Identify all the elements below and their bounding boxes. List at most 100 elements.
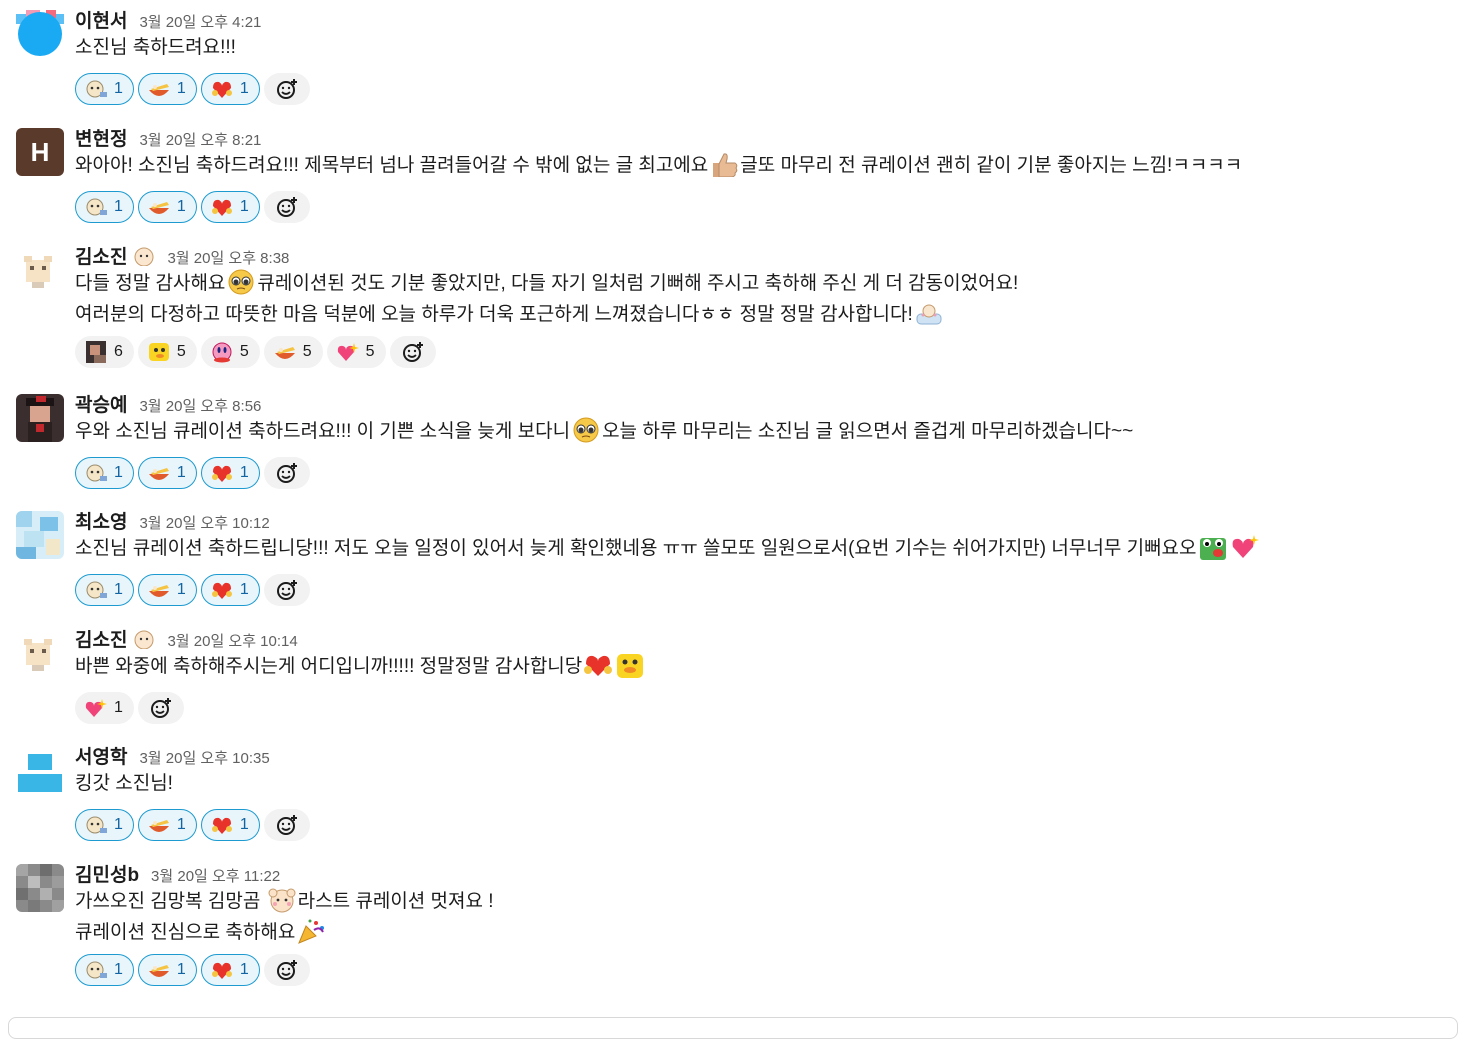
message-text: 여러분의 다정하고 따뜻한 마음 덕분에 오늘 하루가 더욱 포근하게 느껴졌습… [75, 299, 1456, 330]
reaction-count: 1 [176, 581, 186, 598]
reaction-pill[interactable]: 1 [200, 191, 260, 223]
reaction-count: 1 [239, 961, 249, 978]
avatar[interactable] [16, 246, 64, 294]
sparkling-heart-icon [84, 697, 108, 719]
avatar[interactable] [16, 394, 64, 442]
message-text: 큐레이션 진심으로 축하해요 [75, 917, 1456, 948]
reaction-count: 1 [176, 198, 186, 215]
reaction-pill[interactable]: 1 [137, 73, 197, 105]
timestamp[interactable]: 3월 20일 오후 10:12 [139, 512, 269, 533]
reaction-pill[interactable]: 1 [200, 574, 260, 606]
reaction-bar: 1 1 1 [75, 572, 1456, 608]
reaction-bar: 1 1 1 [75, 455, 1456, 491]
add-reaction-button[interactable] [263, 574, 310, 606]
add-reaction-button[interactable] [263, 73, 310, 105]
heart-hands-icon [210, 196, 234, 218]
add-reaction-icon [150, 698, 171, 718]
reaction-pill[interactable]: 1 [75, 574, 134, 606]
reaction-count: 1 [176, 464, 186, 481]
add-reaction-icon [276, 815, 297, 835]
text-segment: 소진님 큐레이션 축하드립니당!!! 저도 오늘 일정이 있어서 늦게 확인했네… [75, 538, 1197, 559]
reaction-count: 5 [302, 343, 312, 360]
reaction-pill[interactable]: 5 [200, 336, 260, 368]
reaction-pill[interactable]: 1 [200, 954, 260, 986]
avatar[interactable] [16, 746, 64, 794]
author-name[interactable]: 이현서 [75, 6, 127, 33]
kirby-icon [210, 341, 234, 363]
timestamp[interactable]: 3월 20일 오후 4:21 [139, 11, 261, 32]
timestamp[interactable]: 3월 20일 오후 10:35 [139, 747, 269, 768]
yellow-duck-emoji [615, 652, 645, 678]
add-reaction-button[interactable] [389, 336, 436, 368]
reaction-pill[interactable]: 1 [75, 457, 134, 489]
text-segment: 큐레이션된 것도 기분 좋았지만, 다들 자기 일처럼 기뻐해 주시고 축하해 … [257, 273, 1019, 294]
reaction-pill[interactable]: 1 [75, 809, 134, 841]
sparkling-heart-emoji [1230, 534, 1260, 560]
author-name[interactable]: 곽승예 [75, 390, 127, 417]
timestamp[interactable]: 3월 20일 오후 8:21 [139, 129, 261, 150]
reaction-count: 1 [239, 816, 249, 833]
reaction-pill[interactable]: 1 [137, 191, 197, 223]
timestamp[interactable]: 3월 20일 오후 11:22 [151, 865, 280, 886]
reaction-pill[interactable]: 1 [200, 809, 260, 841]
baby-angel-icon [84, 196, 108, 218]
reaction-pill[interactable]: 5 [137, 336, 197, 368]
message-composer[interactable] [8, 1017, 1458, 1039]
timestamp[interactable]: 3월 20일 오후 8:56 [139, 395, 261, 416]
status-emoji[interactable] [133, 629, 155, 650]
author-name[interactable]: 서영학 [75, 742, 127, 769]
reaction-pill[interactable]: 1 [75, 954, 134, 986]
message-text: 다들 정말 감사해요 큐레이션된 것도 기분 좋았지만, 다들 자기 일처럼 기뻐… [75, 268, 1456, 299]
avatar[interactable] [16, 864, 64, 912]
add-reaction-button[interactable] [263, 809, 310, 841]
author-name[interactable]: 김소진 [75, 242, 127, 269]
reaction-pill[interactable]: 1 [200, 73, 260, 105]
noodle-bowl-icon [147, 579, 171, 601]
add-reaction-button[interactable] [263, 191, 310, 223]
reaction-pill[interactable]: 1 [137, 809, 197, 841]
reaction-pill[interactable]: 1 [75, 73, 134, 105]
reaction-pill[interactable]: 5 [263, 336, 323, 368]
author-name[interactable]: 변현정 [75, 124, 127, 151]
reaction-count: 1 [114, 581, 123, 598]
noodle-bowl-icon [147, 196, 171, 218]
avatar[interactable] [16, 8, 64, 56]
reaction-pill[interactable]: 6 [75, 336, 134, 368]
text-segment: 여러분의 다정하고 따뜻한 마음 덕분에 오늘 하루가 더욱 포근하게 느껴졌습… [75, 304, 913, 325]
avatar[interactable] [16, 511, 64, 559]
reaction-count: 1 [114, 198, 123, 215]
timestamp[interactable]: 3월 20일 오후 10:14 [167, 630, 297, 651]
reaction-pill[interactable]: 1 [137, 574, 197, 606]
yellow-duck-icon [147, 341, 171, 363]
add-reaction-button[interactable] [263, 457, 310, 489]
author-name[interactable]: 최소영 [75, 507, 127, 534]
heart-hands-icon [210, 462, 234, 484]
reaction-pill[interactable]: 1 [75, 191, 134, 223]
reaction-pill[interactable]: 1 [137, 954, 197, 986]
text-segment: 라스트 큐레이션 멋져요 ! [297, 891, 494, 912]
pleading-face-emoji [226, 269, 256, 295]
avatar[interactable] [16, 629, 64, 677]
author-name[interactable]: 김소진 [75, 625, 127, 652]
reaction-pill[interactable]: 1 [75, 692, 134, 724]
reaction-count: 1 [239, 581, 249, 598]
reaction-pill[interactable]: 5 [326, 336, 386, 368]
reaction-count: 1 [114, 961, 123, 978]
message-text: 우와 소진님 큐레이션 축하드려요!!! 이 기쁜 소식을 늦게 보다니 오늘 하… [75, 416, 1456, 447]
reaction-pill[interactable]: 1 [200, 457, 260, 489]
avatar[interactable]: H [16, 128, 64, 176]
reaction-count: 1 [176, 961, 186, 978]
status-emoji[interactable] [133, 246, 155, 267]
add-reaction-button[interactable] [263, 954, 310, 986]
message-text: 킹갓 소진님! [75, 773, 173, 794]
noodle-bowl-icon [147, 959, 171, 981]
author-name[interactable]: 김민성b [75, 860, 139, 887]
timestamp[interactable]: 3월 20일 오후 8:38 [167, 247, 289, 268]
reaction-pill[interactable]: 1 [137, 457, 197, 489]
baby-angel-icon [84, 579, 108, 601]
baby-angel-icon [84, 462, 108, 484]
heart-hands-icon [210, 78, 234, 100]
add-reaction-button[interactable] [137, 692, 184, 724]
noodle-bowl-icon [147, 814, 171, 836]
add-reaction-icon [276, 197, 297, 217]
